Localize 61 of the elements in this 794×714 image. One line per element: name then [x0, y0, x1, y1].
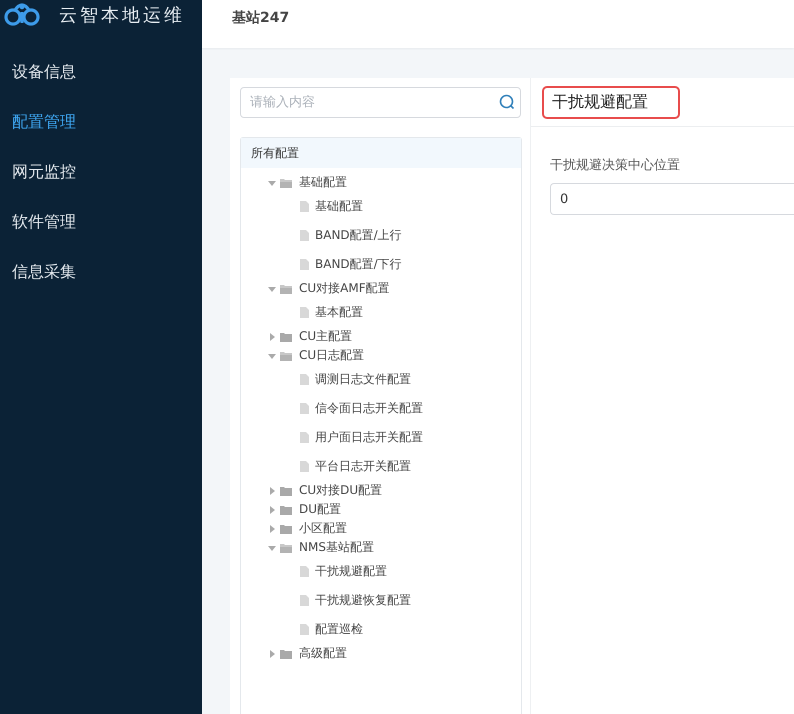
caret-right-icon[interactable] — [268, 650, 276, 658]
folder-icon — [280, 284, 292, 294]
file-icon — [300, 624, 309, 635]
file-icon — [300, 461, 309, 472]
tree-item[interactable]: DU配置 — [296, 501, 342, 518]
tree-item[interactable]: CU主配置 — [296, 328, 352, 345]
file-icon — [300, 432, 309, 443]
tree-item[interactable]: CU日志配置 — [296, 347, 364, 364]
tree-item[interactable]: 干扰规避配置 — [315, 563, 387, 580]
tree-item[interactable]: 干扰规避恢复配置 — [315, 592, 411, 609]
search-field[interactable]: 请输入内容 — [240, 87, 521, 118]
panel-title: 干扰规避配置 — [542, 86, 680, 118]
folder-icon — [280, 332, 292, 342]
tree-item[interactable]: 调测日志文件配置 — [315, 371, 411, 388]
sidebar-item[interactable]: 配置管理 — [0, 97, 202, 147]
tree-item[interactable]: CU对接AMF配置 — [296, 280, 390, 297]
folder-icon — [280, 542, 292, 552]
file-icon — [300, 374, 309, 385]
app-title: 云智本地运维 — [59, 4, 185, 27]
file-icon — [300, 201, 309, 212]
sidebar-item[interactable]: 网元监控 — [0, 147, 202, 197]
folder-icon — [280, 648, 292, 658]
caret-down-icon[interactable] — [268, 544, 276, 552]
tree-item[interactable]: BAND配置/下行 — [315, 256, 402, 273]
tree-item[interactable]: BAND配置/上行 — [315, 227, 402, 244]
field-label: 干扰规避决策中心位置 — [550, 157, 681, 174]
folder-icon — [280, 504, 292, 514]
search-icon — [499, 94, 515, 110]
file-icon — [300, 259, 309, 270]
caret-right-icon[interactable] — [268, 524, 276, 532]
caret-right-icon[interactable] — [268, 332, 276, 340]
page-title: 基站247 — [232, 9, 290, 27]
file-icon — [300, 566, 309, 577]
tree-item[interactable]: 小区配置 — [296, 520, 347, 537]
file-icon — [300, 595, 309, 606]
caret-right-icon[interactable] — [268, 506, 276, 514]
file-icon — [300, 307, 309, 318]
tree-item[interactable]: 基本配置 — [315, 304, 363, 321]
tree-item[interactable]: 配置巡检 — [315, 621, 363, 638]
tree-item[interactable]: 基础配置 — [315, 198, 363, 215]
sidebar-item[interactable]: 设备信息 — [0, 47, 202, 97]
tree-item[interactable]: 基础配置 — [296, 174, 347, 191]
tree-item[interactable]: 用户面日志开关配置 — [315, 429, 423, 446]
tree-item[interactable]: 信令面日志开关配置 — [315, 400, 423, 417]
tree-item[interactable]: NMS基站配置 — [296, 539, 374, 556]
folder-icon — [280, 350, 292, 360]
sidebar-item[interactable]: 软件管理 — [0, 197, 202, 247]
caret-down-icon[interactable] — [268, 178, 276, 186]
folder-icon — [280, 486, 292, 496]
caret-down-icon[interactable] — [268, 352, 276, 360]
tree-item[interactable]: 高级配置 — [296, 645, 347, 662]
folder-icon — [280, 524, 292, 534]
tree-item[interactable]: 平台日志开关配置 — [315, 458, 411, 475]
file-icon — [300, 403, 309, 414]
caret-right-icon[interactable] — [268, 486, 276, 494]
folder-icon — [280, 178, 292, 188]
tree-item[interactable]: CU对接DU配置 — [296, 482, 382, 499]
input-field[interactable]: 0 — [550, 183, 794, 215]
sidebar-item[interactable]: 信息采集 — [0, 247, 202, 297]
caret-down-icon[interactable] — [268, 284, 276, 292]
file-icon — [300, 230, 309, 241]
